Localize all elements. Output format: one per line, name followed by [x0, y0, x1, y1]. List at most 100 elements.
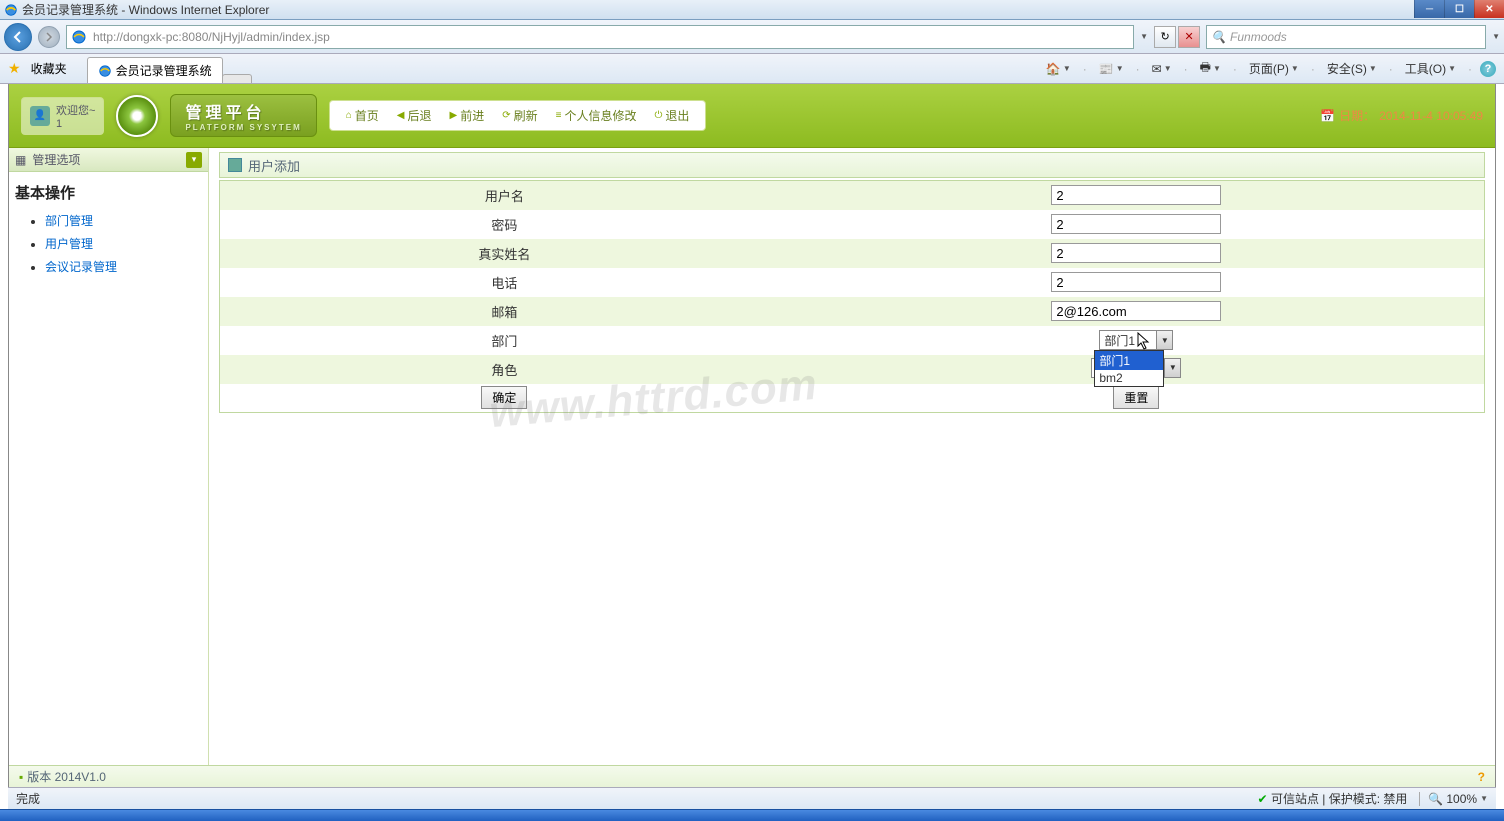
search-dropdown-icon[interactable]: ▼: [1492, 32, 1500, 41]
version-text: 版本 2014V1.0: [27, 768, 106, 785]
windows-taskbar[interactable]: [0, 809, 1504, 821]
sidebar-link-dept[interactable]: 部门管理: [45, 214, 93, 228]
label-password: 密码: [220, 210, 789, 239]
tab-strip: 会员记录管理系统: [87, 54, 251, 83]
toolbar-row: ★ 收藏夹 会员记录管理系统 🏠▼ · 📰▼ · ✉▼ · 🖶▼ · 页面(P)…: [0, 54, 1504, 84]
window-minimize-button[interactable]: ─: [1414, 0, 1444, 18]
nav-profile[interactable]: ≡个人信息修改: [548, 105, 645, 126]
favorites-label[interactable]: 收藏夹: [31, 60, 67, 77]
sidebar: ▦ 管理选项 ▾ 基本操作 部门管理 用户管理 会议记录管理: [9, 148, 209, 765]
panel-title-icon: [228, 158, 242, 172]
dept-option-1[interactable]: 部门1: [1095, 351, 1163, 370]
tab-title: 会员记录管理系统: [116, 62, 212, 79]
dept-dropdown: 部门1 bm2: [1094, 350, 1164, 387]
user-icon: 👤: [30, 106, 50, 126]
address-url: http://dongxk-pc:8080/NjHyjl/admin/index…: [93, 30, 330, 44]
sidebar-link-meeting[interactable]: 会议记录管理: [45, 260, 117, 274]
nav-forward[interactable]: ▶前进: [442, 105, 493, 126]
address-bar-row: http://dongxk-pc:8080/NjHyjl/admin/index…: [0, 20, 1504, 54]
label-realname: 真实姓名: [220, 239, 789, 268]
sidebar-section-heading: 基本操作: [9, 172, 208, 209]
logo-text: 管理平台 PLATFORM SYSYTEM: [170, 94, 316, 137]
tab-active[interactable]: 会员记录管理系统: [87, 57, 223, 83]
version-icon: ▪: [19, 770, 23, 784]
dept-option-2[interactable]: bm2: [1095, 370, 1163, 386]
select-dept[interactable]: 部门1: [1099, 330, 1157, 350]
label-dept: 部门: [220, 326, 789, 355]
select-dept-arrow-icon[interactable]: ▼: [1157, 330, 1173, 350]
ie-status-bar: 完成 ✔ 可信站点 | 保护模式: 禁用 🔍 100% ▼: [8, 787, 1496, 809]
zoom-value: 100%: [1446, 792, 1477, 806]
select-role-arrow-icon[interactable]: ▼: [1165, 358, 1181, 378]
sidebar-collapse-button[interactable]: ▾: [186, 152, 202, 168]
tools-menu[interactable]: 工具(O)▼: [1401, 58, 1460, 79]
app-frame: 👤 欢迎您~ 1 ✔ 管理平台 PLATFORM SYSYTEM ⌂首页 ◀后退…: [8, 84, 1496, 787]
ie-icon: [4, 3, 18, 17]
input-realname[interactable]: [1051, 243, 1221, 263]
logo-subtitle: PLATFORM SYSYTEM: [185, 123, 301, 132]
stop-button[interactable]: ✕: [1178, 26, 1200, 48]
search-input[interactable]: 🔍 Funmoods: [1206, 25, 1486, 49]
print-button[interactable]: 🖶▼: [1196, 56, 1225, 81]
nav-refresh[interactable]: ⟳刷新: [494, 105, 545, 126]
label-username: 用户名: [220, 181, 789, 210]
footer-help-icon[interactable]: ?: [1478, 770, 1485, 784]
nav-forward-button[interactable]: [38, 26, 60, 48]
window-maximize-button[interactable]: ☐: [1444, 0, 1474, 18]
page-icon: [71, 29, 87, 45]
window-close-button[interactable]: ✕: [1474, 0, 1504, 18]
nav-back-button[interactable]: [4, 23, 32, 51]
input-phone[interactable]: [1051, 272, 1221, 292]
submit-button[interactable]: 确定: [481, 386, 527, 409]
search-placeholder: Funmoods: [1230, 30, 1287, 44]
sidebar-link-user[interactable]: 用户管理: [45, 237, 93, 251]
window-title: 会员记录管理系统 - Windows Internet Explorer: [22, 1, 269, 18]
panel-title: 用户添加: [219, 152, 1485, 178]
welcome-box: 👤 欢迎您~ 1: [21, 97, 104, 135]
favorites-star-icon[interactable]: ★: [8, 60, 21, 77]
welcome-user: 1: [56, 118, 62, 130]
logo-icon: ✔: [116, 95, 158, 137]
search-provider-icon: 🔍: [1211, 30, 1226, 44]
input-email[interactable]: [1051, 301, 1221, 321]
label-role: 角色: [220, 355, 789, 384]
help-button[interactable]: ?: [1480, 61, 1496, 77]
page-menu[interactable]: 页面(P)▼: [1245, 58, 1303, 79]
input-username[interactable]: [1051, 185, 1221, 205]
nav-logout[interactable]: ⏻退出: [647, 105, 698, 126]
safety-menu[interactable]: 安全(S)▼: [1323, 58, 1381, 79]
refresh-button[interactable]: ↻: [1154, 26, 1176, 48]
sidebar-header-label: 管理选项: [32, 151, 80, 168]
nav-back[interactable]: ◀后退: [389, 105, 440, 126]
user-form-table: 用户名 密码 真实姓名 电话 邮箱: [219, 180, 1485, 413]
mail-button[interactable]: ✉▼: [1148, 60, 1176, 78]
panel-title-text: 用户添加: [248, 156, 300, 175]
sidebar-header: ▦ 管理选项 ▾: [9, 148, 208, 172]
top-nav: ⌂首页 ◀后退 ▶前进 ⟳刷新 ≡个人信息修改 ⏻退出: [329, 100, 707, 131]
sidebar-item-user: 用户管理: [45, 232, 208, 255]
zoom-control[interactable]: 🔍 100% ▼: [1419, 792, 1488, 806]
address-input[interactable]: http://dongxk-pc:8080/NjHyjl/admin/index…: [66, 25, 1134, 49]
app-footer: ▪ 版本 2014V1.0 ?: [9, 765, 1495, 787]
status-done: 完成: [16, 790, 40, 807]
reset-button[interactable]: 重置: [1113, 386, 1159, 409]
main-panel: 用户添加 用户名 密码 真实姓名 电话: [209, 148, 1495, 765]
home-button[interactable]: 🏠▼: [1042, 60, 1075, 78]
zoom-icon: 🔍: [1428, 792, 1443, 806]
app-header: 👤 欢迎您~ 1 ✔ 管理平台 PLATFORM SYSYTEM ⌂首页 ◀后退…: [9, 84, 1495, 148]
feeds-button[interactable]: 📰▼: [1095, 60, 1128, 78]
sidebar-header-icon: ▦: [15, 153, 26, 167]
sidebar-item-dept: 部门管理: [45, 209, 208, 232]
sidebar-item-meeting: 会议记录管理: [45, 255, 208, 278]
tab-favicon: [98, 64, 112, 78]
address-dropdown-icon[interactable]: ▼: [1140, 32, 1148, 41]
status-trusted: ✔ 可信站点 | 保护模式: 禁用: [1258, 790, 1408, 807]
welcome-prefix: 欢迎您~: [56, 105, 95, 117]
new-tab-button[interactable]: [222, 74, 252, 83]
input-password[interactable]: [1051, 214, 1221, 234]
label-phone: 电话: [220, 268, 789, 297]
nav-home[interactable]: ⌂首页: [338, 105, 387, 126]
window-titlebar: 会员记录管理系统 - Windows Internet Explorer ─ ☐…: [0, 0, 1504, 20]
label-email: 邮箱: [220, 297, 789, 326]
calendar-icon: 📅: [1320, 109, 1335, 123]
